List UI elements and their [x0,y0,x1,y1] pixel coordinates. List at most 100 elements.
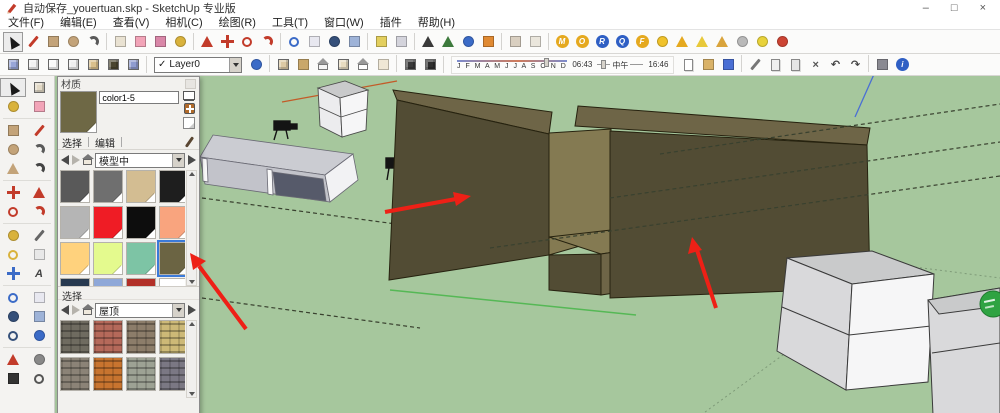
rectangle-tool-icon[interactable] [43,32,63,52]
material-swatch-3[interactable] [126,170,156,203]
sandbox-plugin-icon-2[interactable] [525,32,545,52]
chevron-down-icon[interactable] [229,57,241,72]
paint-bucket-icon[interactable] [170,32,190,52]
monochrome-style-icon[interactable] [103,55,123,75]
details-arrow-icon[interactable] [188,155,196,165]
dimension-tool-icon[interactable] [26,226,52,245]
redo-icon[interactable]: ↷ [845,55,865,75]
freehand-tool-icon[interactable] [26,159,52,178]
figure-component-icon[interactable] [418,32,438,52]
zoom-window-icon[interactable] [0,326,26,345]
line-tool-icon[interactable] [26,121,52,140]
make-component-icon[interactable] [26,78,52,97]
photo-textures-icon[interactable] [478,32,498,52]
wireframe-style-icon[interactable] [23,55,43,75]
back-arrow-icon[interactable] [61,155,69,165]
materials-browser-icon[interactable] [371,32,391,52]
shadow-time-slider[interactable]: 中午 [597,60,644,71]
chevron-down-icon[interactable] [172,303,184,317]
back-arrow-icon[interactable] [61,305,69,315]
position-camera-icon[interactable] [0,350,26,369]
collection-dropdown[interactable]: 模型中 [95,152,185,168]
sandbox-plugin-icon[interactable] [505,32,525,52]
material-swatch-2[interactable] [93,170,123,203]
create-material-icon[interactable] [183,103,195,114]
orbit-tool-icon[interactable] [0,288,26,307]
swatch-scrollbar[interactable] [186,170,197,286]
flag-plugin-icon[interactable] [692,32,712,52]
close-button[interactable]: × [980,2,986,14]
slab-component-icon[interactable] [373,55,393,75]
menu-item-8[interactable]: 插件 [380,14,402,30]
sample-paint-icon[interactable] [184,136,195,148]
rectangle-tool-icon[interactable] [0,121,26,140]
open-file-icon[interactable] [698,55,718,75]
material-swatch-12[interactable] [157,240,185,277]
house-outline-icon[interactable] [353,55,373,75]
menu-item-6[interactable]: 工具(T) [272,14,308,30]
push-pull-tool-icon[interactable] [197,32,217,52]
geo-location-icon[interactable] [458,32,478,52]
tape-measure-icon[interactable] [0,226,26,245]
zoom-extents-icon[interactable] [344,32,364,52]
material-swatch-14[interactable] [93,278,123,286]
menu-item-7[interactable]: 窗口(W) [324,14,364,30]
cone-plugin-icon[interactable] [712,32,732,52]
scroll-down-icon[interactable] [188,392,195,396]
save-file-icon[interactable] [718,55,738,75]
material-preview-swatch[interactable] [60,91,98,133]
material-swatch-5[interactable] [60,206,90,239]
color-wheel-plugin-icon[interactable] [772,32,792,52]
menu-item-4[interactable]: 相机(C) [165,14,202,30]
barrel-tile-texture[interactable] [93,357,123,391]
circle-tool-icon[interactable] [63,32,83,52]
house-component-icon[interactable] [313,55,333,75]
protractor-icon[interactable] [0,245,26,264]
model-info-icon[interactable]: i [892,55,912,75]
layer-manager-icon[interactable] [246,55,266,75]
material-swatch-9[interactable] [60,242,90,275]
home-icon[interactable] [82,154,94,165]
material-swatch-11[interactable] [126,242,156,275]
material-swatch-6[interactable] [93,206,123,239]
home-icon[interactable] [82,304,94,315]
push-pull-tool-icon[interactable] [26,183,52,202]
gray-tile-texture[interactable] [126,320,156,354]
plugin-q-coin-icon[interactable]: Q [612,32,632,52]
axes-figure-icon[interactable] [438,32,458,52]
back-edges-style-icon[interactable] [123,55,143,75]
arc-tool-icon[interactable] [83,32,103,52]
arrow-up-plugin-icon[interactable] [672,32,692,52]
texture-scrollbar[interactable] [186,320,197,398]
slate-shingles-texture[interactable] [60,320,90,354]
tab-select[interactable]: 选择 [62,135,82,150]
tab-edit[interactable]: 编辑 [95,135,115,150]
plugin-m-coin-icon[interactable]: M [552,32,572,52]
secondary-pane-icon[interactable] [183,91,196,100]
menu-item-1[interactable]: 文件(F) [8,14,44,30]
door-component-icon[interactable] [293,55,313,75]
material-swatch-1[interactable] [60,170,90,203]
threed-text-icon[interactable]: A [26,264,52,283]
burst-plugin-icon[interactable] [752,32,772,52]
material-swatch-15[interactable] [126,278,156,286]
red-shingles-texture[interactable] [93,320,123,354]
chevron-down-icon[interactable] [172,153,184,167]
shadow-date-slider[interactable]: J F M A M J J A S O N D [457,57,568,70]
polygon-tool-icon[interactable] [0,159,26,178]
yellow-ball-plugin-icon[interactable] [652,32,672,52]
roof-component-icon[interactable] [333,55,353,75]
plugin-r-coin-icon[interactable]: R [592,32,612,52]
maximize-button[interactable]: □ [951,2,958,14]
dark-component-info-icon[interactable] [420,55,440,75]
material-swatch-10[interactable] [93,242,123,275]
time-slider-handle[interactable] [601,60,607,69]
layer-dropdown[interactable]: ✓ Layer0 [154,56,242,73]
menu-item-5[interactable]: 绘图(R) [219,14,256,30]
xray-style-icon[interactable] [3,55,23,75]
brown-shingles-texture[interactable] [60,357,90,391]
scroll-down-icon[interactable] [188,280,195,284]
delete-icon[interactable]: × [805,55,825,75]
materials-close-button[interactable] [185,78,196,89]
dark-component-icon[interactable] [400,55,420,75]
